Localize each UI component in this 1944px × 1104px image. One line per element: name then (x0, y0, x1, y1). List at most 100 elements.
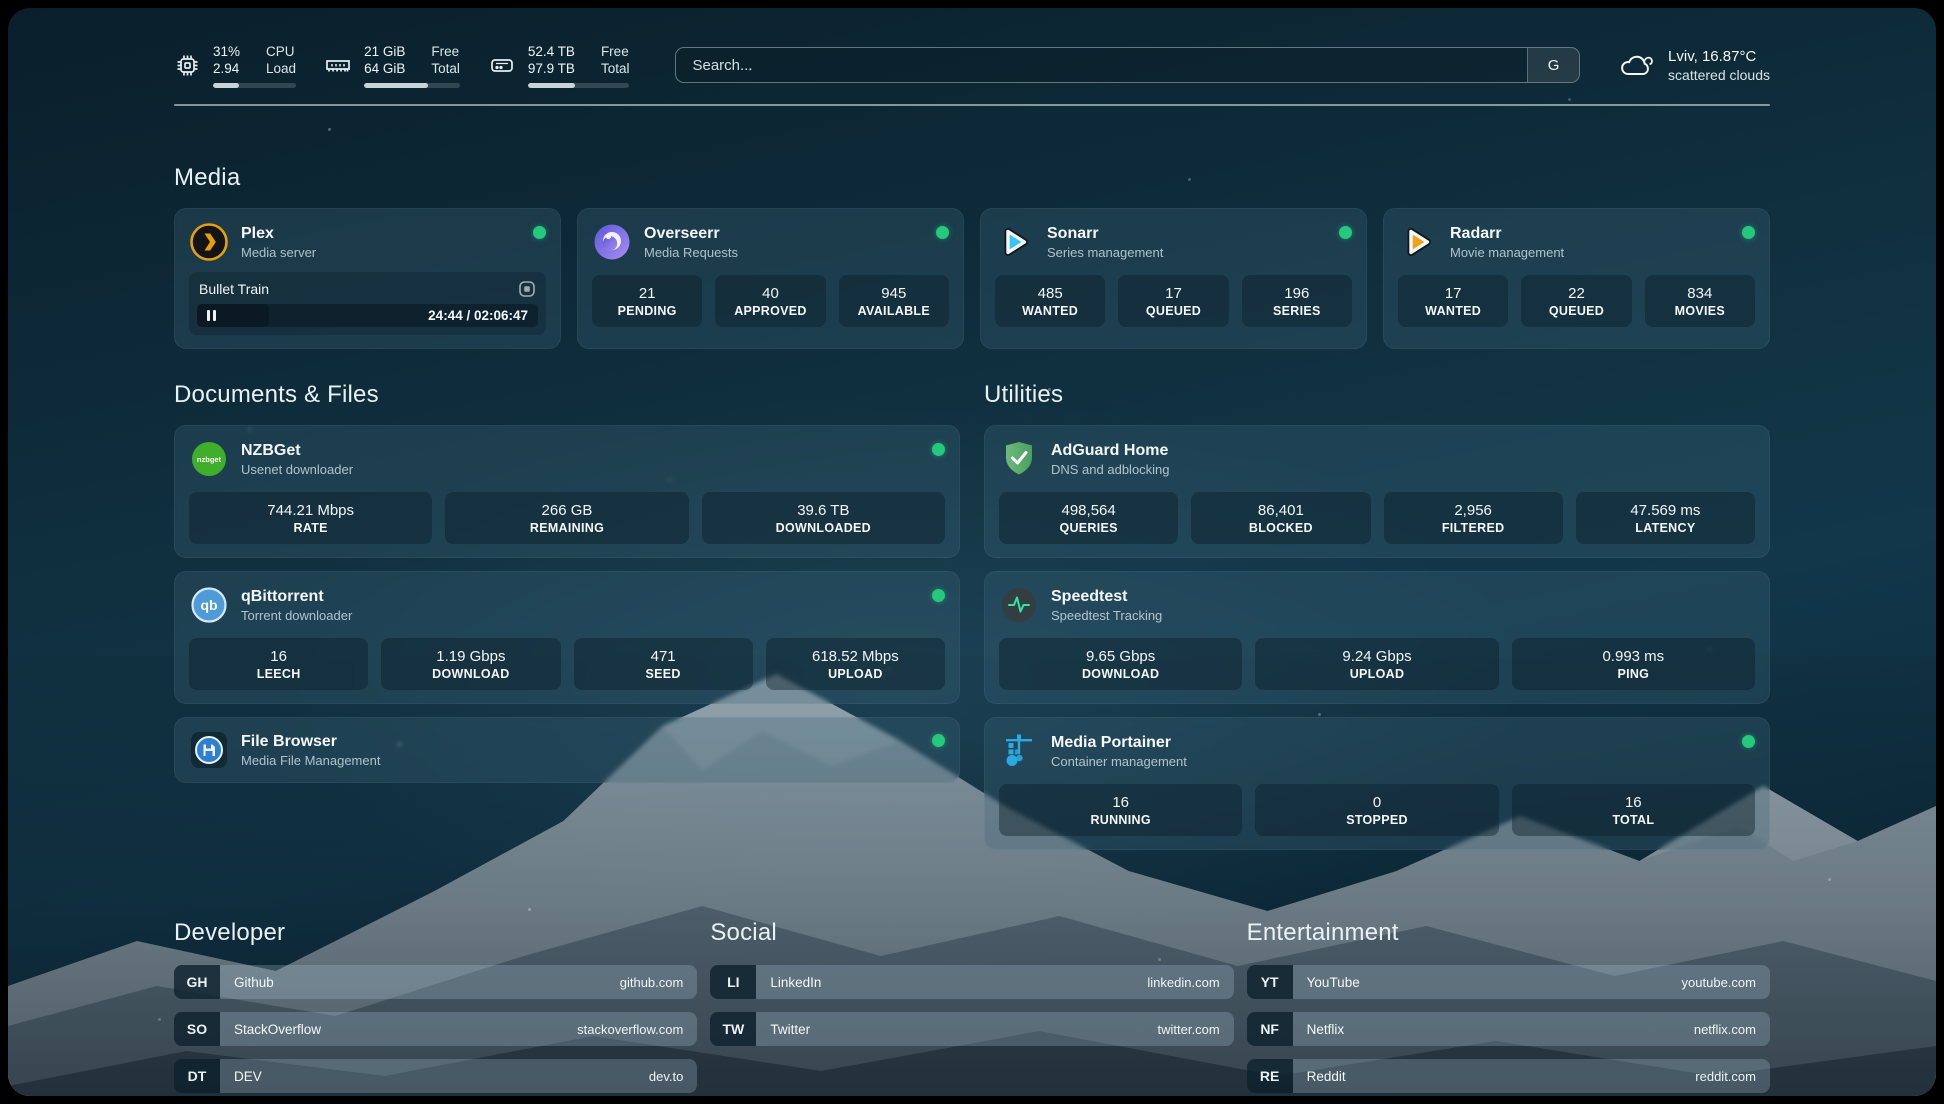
disk-progress-fill (528, 83, 575, 88)
stat-label: AVAILABLE (858, 304, 930, 318)
app-desc: Speedtest Tracking (1051, 607, 1162, 624)
app-desc: Media Requests (644, 244, 738, 261)
stat-value: 196 (1284, 285, 1309, 303)
stat-label: DOWNLOAD (432, 667, 509, 681)
app-desc: DNS and adblocking (1051, 461, 1170, 478)
plex-icon (189, 222, 229, 262)
stat-label: DOWNLOAD (1082, 667, 1159, 681)
sonarr-card[interactable]: Sonarr Series management 485 WANTED 17 Q… (980, 208, 1367, 349)
stat-label: SERIES (1273, 304, 1321, 318)
app-desc: Media File Management (241, 752, 380, 769)
stat-tile: 47.569 ms LATENCY (1576, 492, 1755, 544)
app-desc: Usenet downloader (241, 461, 353, 478)
stat-value: 47.569 ms (1630, 502, 1700, 520)
disk-progress-track (528, 83, 630, 88)
bookmark-name: Github (234, 975, 274, 990)
bookmark-url: twitter.com (1158, 1022, 1220, 1037)
app-name: qBittorrent (241, 587, 352, 607)
stat-value: 9.65 Gbps (1086, 648, 1155, 666)
radarr-icon (1398, 222, 1438, 262)
ram-label-1: Free (431, 43, 460, 60)
github-abbr-icon: GH (174, 965, 220, 999)
bookmark-reddit[interactable]: RE Reddit reddit.com (1247, 1059, 1770, 1093)
documents-section-title: Documents & Files (174, 381, 960, 409)
bookmark-linkedin[interactable]: LI LinkedIn linkedin.com (710, 965, 1233, 999)
status-dot (936, 226, 949, 239)
speedtest-card[interactable]: Speedtest Speedtest Tracking 9.65 Gbps D… (984, 571, 1770, 704)
stat-label: WANTED (1425, 304, 1481, 318)
ram-progress-track (364, 83, 460, 88)
nzbget-card[interactable]: nzbget NZBGet Usenet downloader 744.21 M… (174, 425, 960, 558)
adguard-card[interactable]: AdGuard Home DNS and adblocking 498,564 … (984, 425, 1770, 558)
ram-stat-group: 21 GiB 64 GiB Free Total (324, 43, 460, 88)
cpu-progress-track (213, 83, 296, 88)
stat-value: 21 (639, 285, 656, 303)
overseerr-icon (592, 222, 632, 262)
playback-time: 24:44 / 02:06:47 (428, 308, 528, 323)
bookmark-stackoverflow[interactable]: SO StackOverflow stackoverflow.com (174, 1012, 697, 1046)
reddit-abbr-icon: RE (1247, 1059, 1293, 1093)
search-input[interactable] (676, 48, 1527, 82)
search-bar: G (675, 47, 1580, 83)
bookmark-youtube[interactable]: YT YouTube youtube.com (1247, 965, 1770, 999)
stat-label: WANTED (1022, 304, 1078, 318)
stat-tile: 196 SERIES (1242, 275, 1352, 327)
ram-value-total: 64 GiB (364, 60, 405, 77)
sonarr-icon (995, 222, 1035, 262)
status-dot (932, 734, 945, 747)
media-section-title: Media (174, 164, 1770, 192)
disk-stat-group: 52.4 TB 97.9 TB Free Total (488, 43, 630, 88)
search-engine-button[interactable]: G (1527, 48, 1579, 82)
app-desc: Movie management (1450, 244, 1564, 261)
stat-label: SEED (646, 667, 681, 681)
filebrowser-card[interactable]: File Browser Media File Management (174, 717, 960, 783)
stat-tile: 17 WANTED (1398, 275, 1508, 327)
stat-value: 86,401 (1258, 502, 1304, 520)
weather-condition: scattered clouds (1668, 66, 1770, 84)
cpu-value-load: 2.94 (213, 60, 240, 77)
stat-tile: 485 WANTED (995, 275, 1105, 327)
bookmark-url: linkedin.com (1147, 975, 1219, 990)
stat-tile: 16 TOTAL (1512, 784, 1755, 836)
bookmark-dev[interactable]: DT DEV dev.to (174, 1059, 697, 1093)
bookmark-github[interactable]: GH Github github.com (174, 965, 697, 999)
weather-widget[interactable]: Lviv, 16.87°C scattered clouds (1618, 47, 1770, 84)
ram-icon (324, 52, 352, 79)
stat-tile: 9.65 Gbps DOWNLOAD (999, 638, 1242, 690)
dashboard-screen: 31% 2.94 CPU Load (8, 8, 1936, 1096)
cpu-value-percent: 31% (213, 43, 240, 60)
portainer-card[interactable]: Media Portainer Container management 16 … (984, 717, 1770, 850)
radarr-card[interactable]: Radarr Movie management 17 WANTED 22 QUE… (1383, 208, 1770, 349)
stop-icon[interactable] (518, 280, 536, 298)
stat-tile: 39.6 TB DOWNLOADED (702, 492, 945, 544)
developer-section: Developer GH Github github.com SO StackO… (174, 919, 697, 1096)
stat-value: 945 (881, 285, 906, 303)
documents-files-section: Documents & Files nzbget NZBGet Usenet d (174, 381, 960, 863)
stat-label: TOTAL (1612, 813, 1654, 827)
bookmark-name: Reddit (1307, 1069, 1346, 1084)
stat-label: DOWNLOADED (776, 521, 871, 535)
stat-label: REMAINING (530, 521, 604, 535)
cpu-label-2: Load (266, 60, 296, 77)
stat-value: 1.19 Gbps (436, 648, 505, 666)
status-dot (932, 443, 945, 456)
netflix-abbr-icon: NF (1247, 1012, 1293, 1046)
now-playing-title: Bullet Train (199, 281, 269, 297)
qbittorrent-card[interactable]: qb qBittorrent Torrent downloader 16 LEE… (174, 571, 960, 704)
app-desc: Media server (241, 244, 316, 261)
app-desc: Torrent downloader (241, 607, 352, 624)
playback-progress-bar[interactable]: 24:44 / 02:06:47 (197, 304, 538, 327)
pause-icon[interactable] (207, 310, 216, 321)
bookmark-netflix[interactable]: NF Netflix netflix.com (1247, 1012, 1770, 1046)
stat-tile: 0 STOPPED (1255, 784, 1498, 836)
overseerr-card[interactable]: Overseerr Media Requests 21 PENDING 40 A… (577, 208, 964, 349)
stat-label: LEECH (257, 667, 301, 681)
plex-card[interactable]: Plex Media server Bullet Train (174, 208, 561, 349)
stat-value: 471 (651, 648, 676, 666)
stat-value: 16 (1112, 794, 1129, 812)
ram-label-2: Total (431, 60, 460, 77)
bookmark-url: reddit.com (1695, 1069, 1756, 1084)
bookmark-twitter[interactable]: TW Twitter twitter.com (710, 1012, 1233, 1046)
stat-value: 485 (1038, 285, 1063, 303)
top-bar: 31% 2.94 CPU Load (174, 34, 1770, 96)
